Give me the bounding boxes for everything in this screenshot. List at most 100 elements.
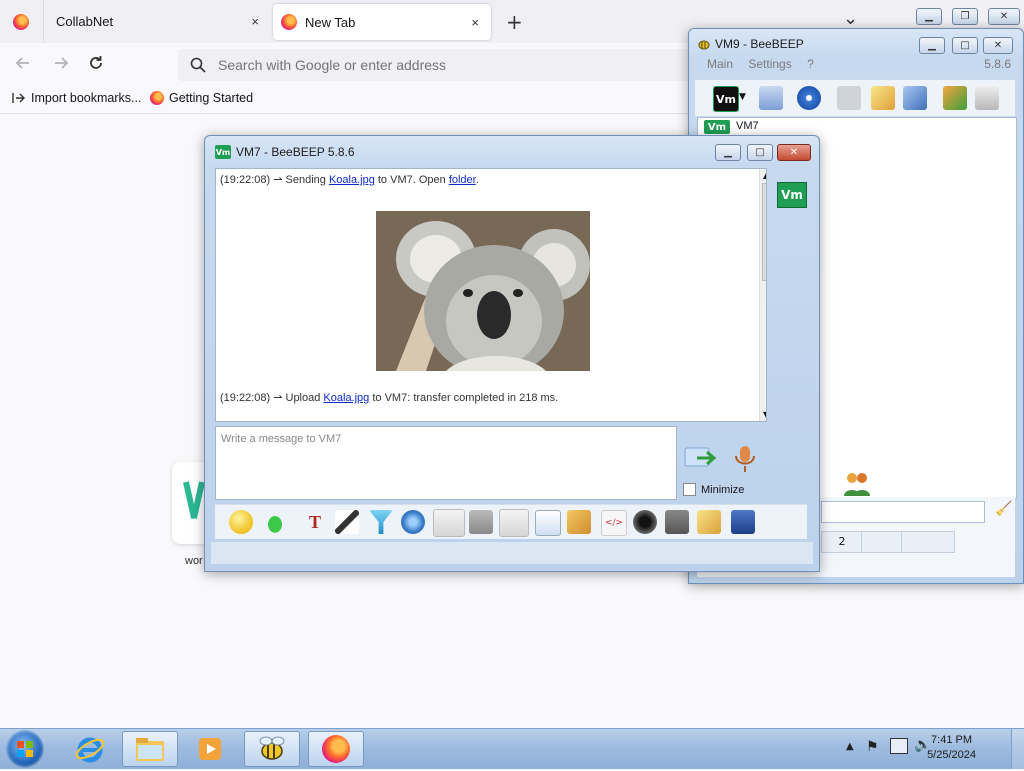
- send-icon[interactable]: [683, 444, 717, 474]
- windows-taskbar: ▲ ⚑ 🔈 7:41 PM 5/25/2024: [0, 728, 1024, 769]
- status-user-icon[interactable]: Vm: [713, 86, 739, 112]
- network-status-icon[interactable]: [890, 738, 908, 754]
- vm7-status-bar: [211, 542, 813, 564]
- show-desktop-button[interactable]: [1011, 729, 1024, 769]
- taskbar-beebeep[interactable]: [244, 731, 300, 767]
- browser-close-button[interactable]: ✕: [988, 8, 1020, 25]
- forward-button[interactable]: [50, 54, 72, 76]
- taskbar-firefox[interactable]: [308, 731, 364, 767]
- taskbar-ie[interactable]: [62, 731, 118, 767]
- windows-logo-icon: [17, 741, 33, 757]
- minimize-checkbox[interactable]: [683, 483, 696, 496]
- code-icon[interactable]: </>: [601, 510, 627, 536]
- system-clock[interactable]: 7:41 PM 5/25/2024: [927, 733, 976, 763]
- send-folder-icon[interactable]: [567, 510, 591, 534]
- vm-app-icon: Vm: [215, 145, 231, 159]
- minimize-option[interactable]: Minimize: [683, 483, 744, 496]
- vm7-maximize-button[interactable]: □: [747, 144, 773, 161]
- taskbar-explorer[interactable]: [122, 731, 178, 767]
- tab-close-icon[interactable]: ×: [471, 15, 479, 30]
- tab-label: New Tab: [305, 14, 356, 30]
- open-folder-link[interactable]: folder: [449, 174, 476, 186]
- tools-icon[interactable]: [903, 86, 927, 110]
- microphone-icon[interactable]: [733, 444, 757, 474]
- browser-restore-button[interactable]: ❐: [952, 8, 978, 25]
- tab-groups[interactable]: [861, 531, 903, 553]
- notes-icon[interactable]: [697, 510, 721, 534]
- action-center-flag-icon[interactable]: ⚑: [866, 739, 879, 755]
- status-dropdown-icon[interactable]: ▼: [739, 92, 746, 102]
- message-input-box[interactable]: [215, 426, 677, 500]
- firefox-tab-icon: [281, 14, 297, 30]
- save-icon[interactable]: [731, 510, 755, 534]
- scroll-up-icon[interactable]: ▲: [763, 171, 766, 180]
- menu-settings[interactable]: Settings: [748, 57, 791, 71]
- menu-main[interactable]: Main: [707, 57, 733, 71]
- version-label: 5.8.6: [984, 57, 1011, 71]
- tab-collabnet[interactable]: CollabNet ×: [43, 0, 271, 43]
- share-icon[interactable]: [943, 86, 967, 110]
- vm9-minimize-button[interactable]: ▁: [919, 37, 945, 54]
- browser-minimize-button[interactable]: ▁: [916, 8, 942, 25]
- url-input[interactable]: [216, 56, 660, 74]
- tile-label: wor: [185, 555, 203, 567]
- font-icon[interactable]: T: [303, 510, 327, 534]
- vm7-close-button[interactable]: ✕: [777, 144, 811, 161]
- firefox-menu-button[interactable]: [0, 0, 42, 43]
- back-arrow-icon: [15, 57, 29, 69]
- reload-button[interactable]: [85, 54, 107, 76]
- koala-image[interactable]: [376, 211, 590, 371]
- edit-profile-icon[interactable]: [759, 86, 783, 110]
- taskbar-media-player[interactable]: [182, 731, 238, 767]
- vm9-toolbar: Vm ▼: [695, 79, 1015, 117]
- back-button[interactable]: [12, 54, 34, 76]
- network-icon[interactable]: [797, 86, 821, 110]
- trash-icon[interactable]: [975, 86, 999, 110]
- tab-chats[interactable]: [901, 531, 955, 553]
- menu-help[interactable]: ?: [807, 57, 814, 71]
- new-tab-button[interactable]: +: [506, 10, 523, 34]
- scroll-thumb[interactable]: [762, 183, 766, 281]
- file-link[interactable]: Koala.jpg: [329, 174, 375, 186]
- note-icon[interactable]: [871, 86, 895, 110]
- screenshot-icon[interactable]: [433, 509, 465, 537]
- vm9-close-button[interactable]: ✕: [983, 37, 1013, 54]
- file-link[interactable]: Koala.jpg: [323, 392, 369, 404]
- message-time: (19:22:08): [220, 392, 271, 404]
- tab-label: CollabNet: [56, 14, 114, 29]
- bookmark-getting-started[interactable]: Getting Started: [150, 91, 253, 105]
- tab-new-tab[interactable]: New Tab ×: [273, 4, 491, 40]
- webcam-icon[interactable]: [633, 510, 657, 534]
- message-input[interactable]: [216, 427, 676, 499]
- format-icon[interactable]: [469, 510, 493, 534]
- start-button[interactable]: [6, 730, 44, 768]
- clear-filter-icon[interactable]: 🧹: [995, 501, 1012, 517]
- group-icon[interactable]: [837, 86, 861, 110]
- firefox-bookmark-icon: [150, 91, 164, 105]
- message-text: .: [475, 174, 479, 186]
- vm9-title-bar: VM9 - BeeBEEP: [697, 37, 804, 51]
- vm7-minimize-button[interactable]: ▁: [715, 144, 741, 161]
- show-hidden-icons-button[interactable]: ▲: [846, 741, 854, 752]
- settings-gear-icon[interactable]: [401, 510, 425, 534]
- clear-history-icon[interactable]: [665, 510, 689, 534]
- chat-scrollbar[interactable]: ▲ ▼: [759, 169, 766, 421]
- vm9-maximize-button[interactable]: □: [952, 37, 978, 54]
- file-icon[interactable]: [499, 509, 529, 537]
- list-tabs-button[interactable]: ⌄: [843, 8, 858, 29]
- filter-icon[interactable]: [369, 510, 393, 534]
- vm9-filter-input[interactable]: [821, 501, 985, 523]
- url-bar[interactable]: [178, 49, 738, 81]
- scroll-down-icon[interactable]: ▼: [763, 410, 766, 419]
- import-bookmarks-button[interactable]: Import bookmarks...: [12, 91, 141, 105]
- expand-icon[interactable]: [263, 510, 287, 534]
- chat-member-avatar[interactable]: Vm: [777, 182, 807, 208]
- tab-count[interactable]: 2: [821, 531, 863, 553]
- clock-time: 7:41 PM: [931, 734, 973, 746]
- users-group-icon: [844, 473, 870, 496]
- tab-close-icon[interactable]: ×: [251, 14, 259, 29]
- send-file-icon[interactable]: [535, 510, 561, 536]
- emoticon-icon[interactable]: [229, 510, 253, 534]
- color-picker-icon[interactable]: [335, 510, 359, 534]
- user-name[interactable]: VM7: [736, 120, 759, 132]
